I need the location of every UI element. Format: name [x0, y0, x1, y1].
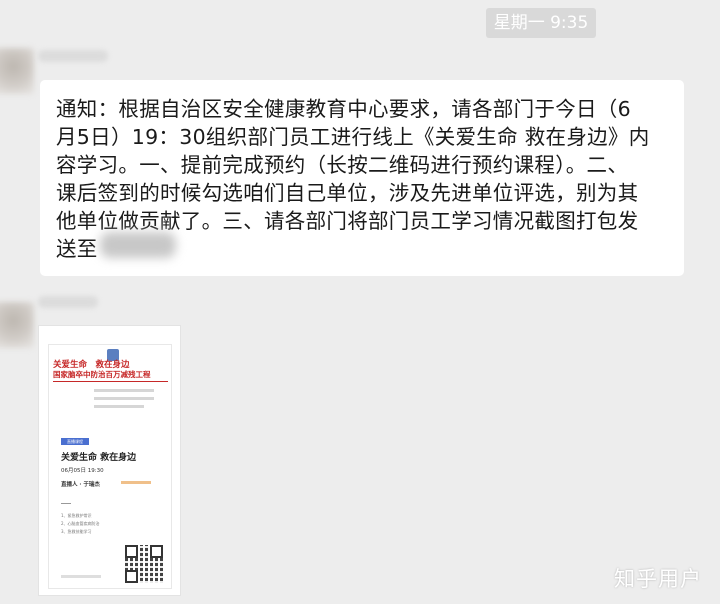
poster-item: 2、心脑血管疾病防治	[61, 521, 100, 526]
image-message[interactable]: 关爱生命 救在身边 国家脑卒中防治百万减残工程 直播课程 关爱生命 救在身边 0…	[38, 325, 181, 596]
poster-dash	[61, 503, 71, 504]
timestamp-badge: 星期一 9:35	[486, 8, 596, 38]
poster-footer	[61, 575, 101, 578]
poster-datetime: 06月05日 19:30	[61, 468, 104, 474]
poster-image: 关爱生命 救在身边 国家脑卒中防治百万减残工程 直播课程 关爱生命 救在身边 0…	[48, 344, 172, 589]
watermark: 知乎用户	[614, 567, 702, 591]
poster-subheadline: 国家脑卒中防治百万减残工程	[53, 370, 151, 379]
poster-tag: 直播课程	[61, 438, 89, 445]
poster-fine-print	[94, 397, 154, 400]
poster-item: 3、急救技能学习	[61, 529, 92, 534]
poster-title: 关爱生命 救在身边	[61, 453, 137, 463]
poster-host: 直播人 · 于瑞杰	[61, 482, 100, 488]
poster-fine-print	[94, 389, 154, 392]
sender-avatar[interactable]	[0, 302, 34, 348]
poster-item: 1、紧急救护常识	[61, 513, 92, 518]
sender-avatar[interactable]	[0, 48, 34, 94]
redacted-recipient	[100, 232, 176, 258]
poster-fine-print	[94, 405, 144, 408]
poster-host-org	[121, 481, 151, 484]
sender-name-redacted	[38, 296, 98, 308]
sender-name-redacted	[38, 50, 108, 62]
qr-code-icon[interactable]	[125, 545, 163, 583]
poster-divider	[53, 381, 168, 382]
